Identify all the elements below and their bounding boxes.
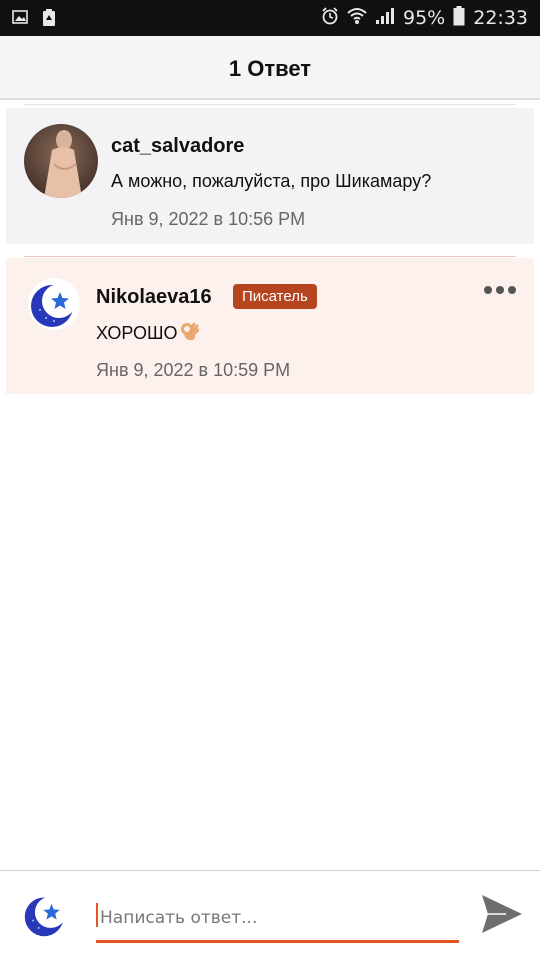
send-icon — [482, 895, 522, 933]
alarm-icon — [321, 6, 339, 30]
send-button[interactable] — [480, 893, 524, 935]
dot-icon — [496, 286, 504, 294]
text-cursor — [96, 903, 98, 927]
avatar[interactable] — [28, 278, 80, 330]
battery-percent: 95% — [403, 7, 446, 29]
image-icon — [12, 9, 28, 32]
battery-icon — [453, 5, 465, 31]
status-bar: 95% 22:33 — [0, 0, 540, 36]
comment-text: А можно, пожалуйста, про Шикамару? — [111, 171, 432, 191]
current-user-avatar — [22, 891, 70, 939]
comment-item: cat_salvadore А можно, пожалуйста, про Ш… — [6, 108, 534, 244]
ok-hand-icon — [179, 320, 200, 347]
avatar[interactable] — [24, 124, 98, 198]
dot-icon — [508, 286, 516, 294]
divider — [24, 256, 516, 257]
comment-username[interactable]: cat_salvadore — [111, 135, 244, 158]
divider — [24, 104, 516, 105]
recycle-icon — [42, 9, 56, 32]
page-title: 1 Ответ — [228, 56, 312, 81]
reply-text: ХОРОШО — [96, 320, 200, 347]
header: 1 Ответ — [0, 36, 540, 100]
reply-text-content: ХОРОШО — [96, 323, 178, 343]
reply-username[interactable]: Nikolaeva16 — [96, 286, 212, 309]
signal-icon — [375, 7, 395, 30]
wifi-icon — [347, 7, 367, 30]
reply-item: Nikolaeva16 Писатель ХОРОШО Янв 9, 2022 … — [6, 258, 534, 394]
reply-bar — [0, 870, 540, 960]
reply-timestamp: Янв 9, 2022 в 10:59 PM — [96, 360, 291, 380]
more-options-button[interactable] — [484, 286, 516, 294]
comment-timestamp: Янв 9, 2022 в 10:56 PM — [111, 209, 306, 229]
clock: 22:33 — [473, 7, 528, 29]
writer-badge: Писатель — [233, 284, 317, 309]
reply-input[interactable] — [96, 897, 459, 943]
dot-icon — [484, 286, 492, 294]
